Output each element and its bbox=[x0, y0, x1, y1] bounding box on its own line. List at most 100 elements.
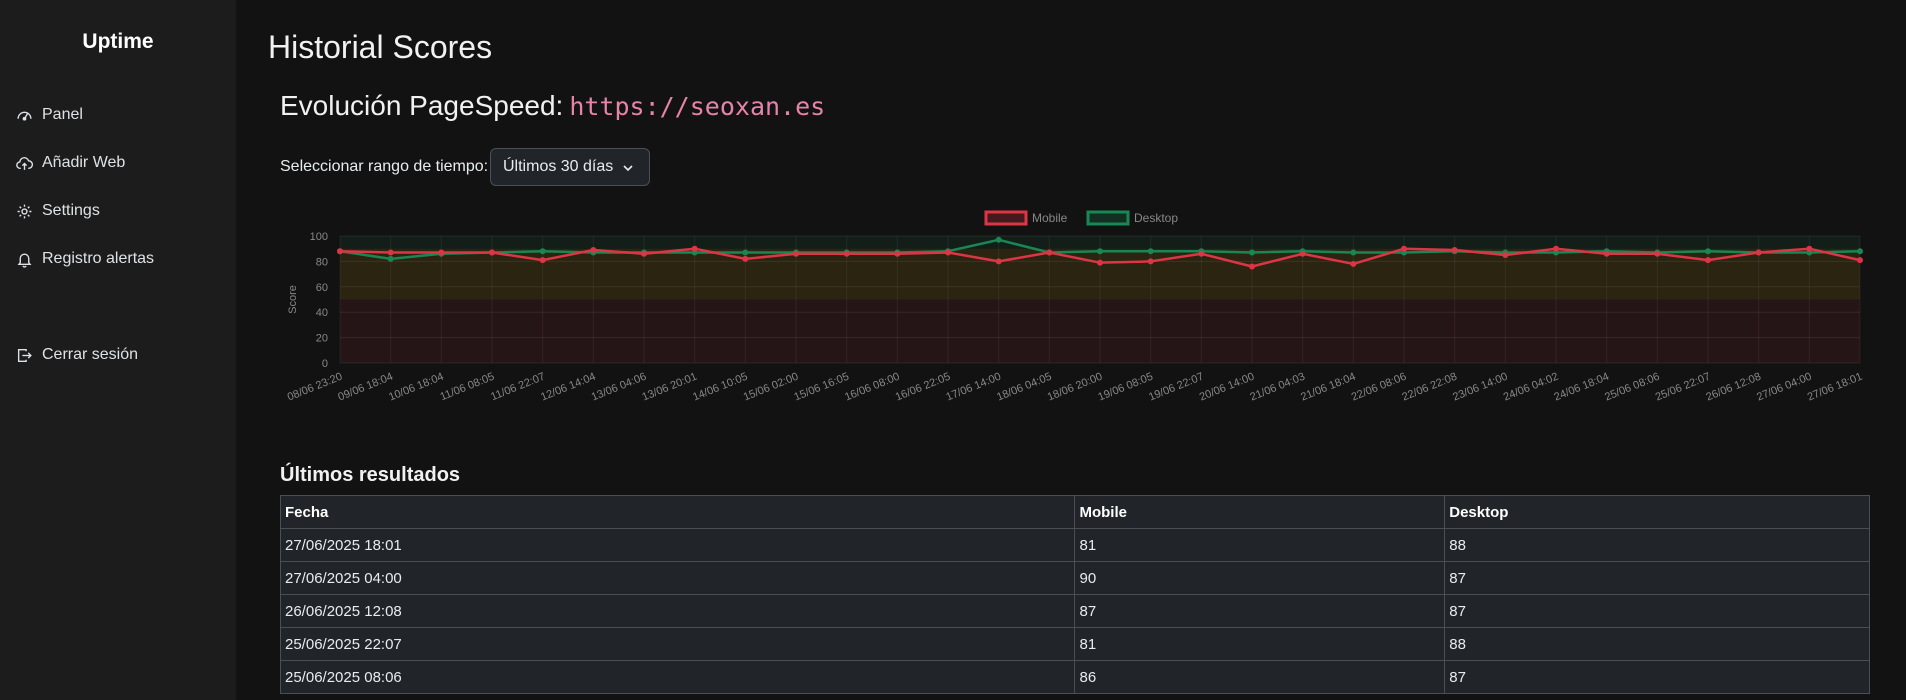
data-point-mobile bbox=[1249, 263, 1255, 270]
cell-fecha: 27/06/2025 04:00 bbox=[279, 561, 1076, 595]
x-tick-label: 15/06 02:00 bbox=[742, 371, 800, 404]
data-point-mobile bbox=[1299, 250, 1306, 257]
table-header-row: Fecha Mobile Desktop bbox=[279, 495, 1870, 529]
data-point-mobile bbox=[1603, 250, 1610, 257]
data-point-mobile bbox=[742, 255, 749, 262]
x-tick-label: 16/06 08:00 bbox=[843, 371, 901, 404]
data-point-desktop bbox=[742, 249, 749, 256]
cell-desktop: 87 bbox=[1444, 594, 1870, 628]
sidebar-item-label: Settings bbox=[42, 202, 100, 219]
cell-fecha: 26/06/2025 12:08 bbox=[279, 594, 1076, 628]
data-point-mobile bbox=[1806, 245, 1813, 252]
cell-mobile: 90 bbox=[1074, 561, 1446, 595]
data-point-mobile bbox=[843, 250, 850, 257]
legend-swatch-mobile bbox=[984, 210, 1028, 226]
gauge-icon bbox=[14, 105, 34, 125]
data-point-mobile bbox=[1401, 245, 1407, 252]
data-point-mobile bbox=[337, 248, 343, 255]
cell-desktop: 87 bbox=[1444, 660, 1870, 694]
cell-fecha: 27/06/2025 18:01 bbox=[279, 528, 1076, 562]
cell-desktop: 88 bbox=[1444, 528, 1870, 562]
data-point-mobile bbox=[1097, 259, 1103, 266]
x-tick-label: 25/06 08:06 bbox=[1603, 371, 1661, 404]
sidebar-item-registro-alertas[interactable]: Registro alertas bbox=[14, 244, 154, 274]
sidebar-item-anadir-web[interactable]: Añadir Web bbox=[14, 148, 125, 178]
gear-icon bbox=[14, 201, 34, 221]
y-tick-label: 80 bbox=[316, 256, 328, 268]
sidebar-item-panel[interactable]: Panel bbox=[14, 100, 83, 130]
table-row: 27/06/2025 18:01 81 88 bbox=[279, 528, 1870, 562]
column-header-fecha: Fecha bbox=[279, 495, 1076, 529]
x-tick-label: 22/06 22:08 bbox=[1400, 371, 1458, 404]
subtitle-prefix: Evolución PageSpeed: bbox=[280, 90, 564, 121]
cloud-upload-icon bbox=[14, 153, 34, 173]
cell-mobile: 86 bbox=[1074, 660, 1446, 694]
data-point-mobile bbox=[1451, 246, 1458, 253]
data-point-mobile bbox=[1046, 249, 1053, 256]
x-tick-label: 27/06 04:00 bbox=[1755, 371, 1813, 404]
x-tick-label: 25/06 22:07 bbox=[1654, 371, 1712, 404]
data-point-mobile bbox=[894, 250, 901, 257]
data-point-mobile bbox=[539, 257, 546, 264]
x-tick-label: 16/06 22:05 bbox=[894, 371, 952, 404]
cell-fecha: 25/06/2025 08:06 bbox=[279, 660, 1076, 694]
logout-label: Cerrar sesión bbox=[42, 346, 139, 363]
data-point-mobile bbox=[1198, 250, 1205, 257]
site-url: https://seoxan.es bbox=[569, 92, 826, 121]
table-title: Últimos resultados bbox=[280, 464, 461, 486]
x-tick-label: 17/06 14:00 bbox=[944, 371, 1002, 404]
data-point-mobile bbox=[1350, 260, 1357, 267]
cell-desktop: 87 bbox=[1444, 561, 1870, 595]
x-tick-label: 11/06 22:07 bbox=[489, 371, 547, 404]
results-table: Fecha Mobile Desktop 27/06/2025 18:01 81… bbox=[279, 495, 1870, 694]
table-row: 25/06/2025 22:07 81 88 bbox=[279, 627, 1870, 661]
cell-desktop: 88 bbox=[1444, 627, 1870, 661]
cell-mobile: 81 bbox=[1074, 627, 1446, 661]
sidebar: Uptime Panel Añadir Web Settings Registr… bbox=[0, 0, 236, 700]
logout-link[interactable]: Cerrar sesión bbox=[14, 340, 138, 370]
chevron-down-icon bbox=[623, 165, 633, 172]
legend-label-desktop: Desktop bbox=[1134, 211, 1178, 225]
y-tick-label: 40 bbox=[316, 307, 328, 319]
range-select-value: Últimos 30 días bbox=[503, 158, 614, 175]
legend-swatch-desktop bbox=[1086, 210, 1130, 226]
sidebar-item-label: Panel bbox=[42, 106, 83, 123]
x-tick-label: 12/06 14:04 bbox=[539, 371, 597, 404]
range-select[interactable]: Últimos 30 días bbox=[490, 148, 650, 186]
data-point-desktop bbox=[1350, 249, 1357, 256]
table-row: 26/06/2025 12:08 87 87 bbox=[279, 594, 1870, 628]
x-tick-label: 15/06 16:05 bbox=[792, 371, 850, 404]
data-point-desktop bbox=[1097, 248, 1103, 255]
x-tick-label: 18/06 20:00 bbox=[1046, 371, 1104, 404]
main-content: Historial Scores Evolución PageSpeed: htt… bbox=[236, 0, 1906, 700]
subtitle: Evolución PageSpeed: https://seoxan.es bbox=[280, 90, 825, 122]
x-tick-label: 26/06 12:08 bbox=[1704, 371, 1762, 404]
sidebar-item-label: Añadir Web bbox=[42, 154, 126, 171]
data-point-mobile bbox=[793, 250, 799, 257]
x-tick-label: 27/06 18:01 bbox=[1806, 371, 1864, 404]
data-point-mobile bbox=[590, 246, 597, 253]
x-tick-label: 18/06 04:05 bbox=[995, 371, 1053, 404]
data-point-desktop bbox=[1705, 248, 1711, 255]
data-point-mobile bbox=[691, 245, 698, 252]
data-point-mobile bbox=[1553, 245, 1559, 252]
column-header-mobile: Mobile bbox=[1074, 495, 1446, 529]
x-tick-label: 08/06 23:20 bbox=[286, 371, 344, 404]
x-tick-label: 24/06 04:02 bbox=[1502, 371, 1560, 404]
cell-mobile: 81 bbox=[1074, 528, 1446, 562]
cell-fecha: 25/06/2025 22:07 bbox=[279, 627, 1076, 661]
data-point-desktop bbox=[1147, 248, 1154, 255]
x-tick-label: 21/06 04:03 bbox=[1248, 371, 1306, 404]
legend-label-mobile: Mobile bbox=[1032, 211, 1068, 225]
y-axis-label: Score bbox=[287, 285, 299, 314]
data-point-mobile bbox=[387, 249, 394, 256]
data-point-mobile bbox=[1502, 252, 1509, 259]
data-point-desktop bbox=[539, 248, 546, 255]
sidebar-item-settings[interactable]: Settings bbox=[14, 196, 100, 226]
x-tick-label: 20/06 14:00 bbox=[1198, 371, 1256, 404]
pagespeed-chart: 020406080100Score08/06 23:2009/06 18:041… bbox=[286, 210, 1864, 404]
data-point-mobile bbox=[1705, 257, 1711, 264]
data-point-mobile bbox=[489, 249, 495, 256]
brand-logo[interactable]: Uptime bbox=[0, 30, 236, 54]
data-point-mobile bbox=[1857, 257, 1863, 264]
